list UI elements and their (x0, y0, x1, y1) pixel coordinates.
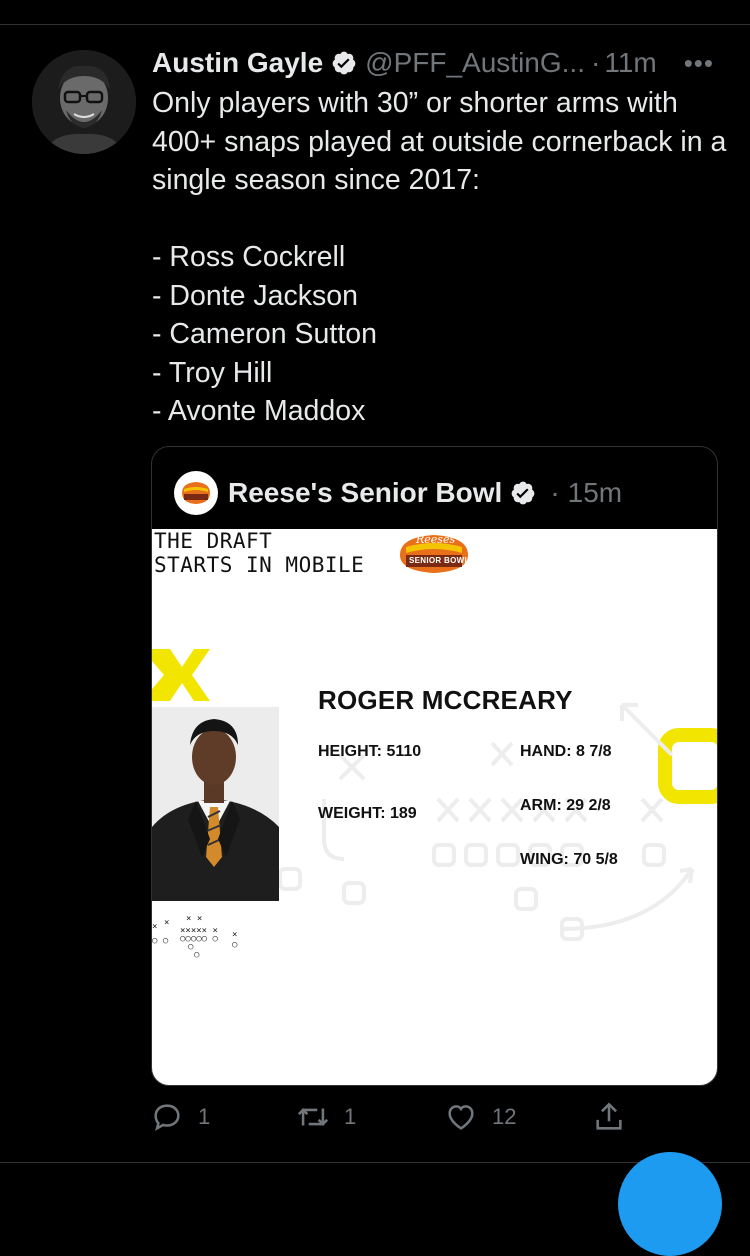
svg-text:×: × (152, 922, 157, 932)
svg-text:○○○○○ ○: ○○○○○ ○ (180, 934, 219, 944)
list-item: - Troy Hill (152, 356, 273, 389)
tweet-list: - Ross Cockrell - Donte Jackson - Camero… (152, 238, 732, 431)
separator-dot: · (550, 477, 560, 508)
reply-button[interactable]: 1 (150, 1100, 210, 1134)
quoted-tweet-card[interactable]: Reese's Senior Bowl · 15m × × × × ××××× … (151, 446, 718, 1086)
separator-dot: · (591, 47, 601, 78)
top-divider (0, 24, 750, 25)
image-headline-line1: THE DRAFT (154, 529, 273, 553)
like-icon (448, 1105, 474, 1130)
svg-text:×: × (164, 918, 169, 928)
svg-text:○: ○ (194, 950, 200, 960)
retweet-icon (297, 1108, 329, 1126)
logo-subtext: SENIOR BOWL (409, 556, 470, 565)
tweet-text: Only players with 30” or shorter arms wi… (152, 84, 732, 431)
svg-text:×: × (232, 930, 237, 940)
quote-author-name[interactable]: Reese's Senior Bowl (228, 477, 502, 509)
verified-icon (331, 50, 357, 76)
quote-media-image[interactable]: × × × × ××××× × ○ ○ ○○○○○ ○ × ○ ○ ○ THE DRAF… (152, 529, 717, 1085)
tweet-time[interactable]: 11m (604, 47, 656, 79)
stat-weight: WEIGHT: 189 (318, 805, 417, 822)
quote-header: Reese's Senior Bowl · 15m (174, 471, 622, 515)
quote-time[interactable]: 15m (568, 477, 622, 509)
player-photo (152, 707, 279, 901)
like-button[interactable]: 12 (444, 1100, 516, 1134)
reply-icon (154, 1104, 180, 1131)
list-item: - Ross Cockrell (152, 241, 346, 273)
retweet-count: 1 (344, 1104, 357, 1129)
list-item: - Donte Jackson (152, 279, 358, 312)
tweet-actions: 1 1 12 (150, 1100, 630, 1140)
logo-text: Reeses (416, 533, 456, 546)
author-name[interactable]: Austin Gayle (152, 47, 323, 79)
like-count: 12 (492, 1104, 517, 1129)
author-handle[interactable]: @PFF_AustinG... (365, 47, 585, 79)
svg-text:○ ○: ○ ○ (152, 936, 169, 946)
reply-count: 1 (198, 1104, 211, 1129)
stat-height: HEIGHT: 5110 (318, 743, 422, 760)
list-item: - Avonte Maddox (152, 395, 366, 427)
player-name: ROGER MCCREARY (318, 685, 573, 715)
tweet-header: Austin Gayle @PFF_AustinG... · 11m ••• (152, 44, 730, 82)
stat-hand: HAND: 8 7/8 (520, 743, 612, 760)
verified-icon (510, 480, 536, 506)
retweet-button[interactable]: 1 (296, 1100, 356, 1134)
quote-avatar[interactable] (174, 471, 218, 515)
svg-text:○: ○ (232, 940, 238, 950)
senior-bowl-logo: Reeses SENIOR BOWL (396, 531, 472, 575)
share-button[interactable] (592, 1100, 640, 1134)
more-icon[interactable]: ••• (684, 48, 714, 79)
svg-text:× ×: × × (186, 914, 202, 924)
list-item: - Cameron Sutton (152, 318, 377, 350)
compose-tweet-button[interactable] (618, 1152, 722, 1256)
share-icon (596, 1102, 622, 1130)
stat-arm: ARM: 29 2/8 (520, 797, 611, 814)
stat-wing: WING: 70 5/8 (520, 851, 618, 868)
author-avatar[interactable] (32, 50, 136, 154)
tweet-intro: Only players with 30” or shorter arms wi… (152, 87, 727, 196)
image-headline-line2: STARTS IN MOBILE (154, 553, 365, 577)
